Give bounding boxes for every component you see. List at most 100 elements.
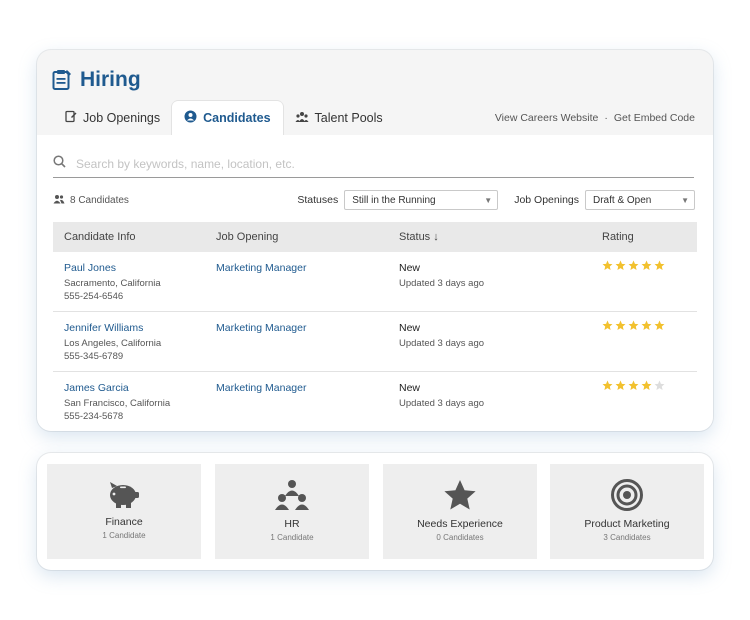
- star-empty-icon[interactable]: [654, 380, 665, 391]
- get-embed-code-link[interactable]: Get Embed Code: [614, 112, 695, 124]
- star-filled-icon[interactable]: [602, 260, 613, 271]
- pool-tile-product-marketing[interactable]: Product Marketing 3 Candidates: [550, 464, 704, 559]
- tab-talent-pools[interactable]: Talent Pools: [283, 101, 395, 135]
- people-group-icon: [295, 111, 309, 126]
- candidate-phone: 555-345-6789: [64, 351, 124, 362]
- search-bar: [53, 151, 694, 178]
- candidates-panel: 8 Candidates Statuses Still in the Runni…: [37, 135, 713, 431]
- pool-name: Needs Experience: [417, 518, 503, 530]
- star-filled-icon[interactable]: [615, 320, 626, 331]
- candidate-info-cell: James Garcia San Francisco, California 5…: [53, 382, 216, 423]
- candidate-count: 8 Candidates: [53, 194, 129, 207]
- candidate-name-link[interactable]: Jennifer Williams: [64, 322, 216, 334]
- star-filled-icon[interactable]: [602, 320, 613, 331]
- tab-label: Talent Pools: [314, 111, 383, 125]
- candidate-phone: 555-254-6546: [64, 291, 124, 302]
- table-row[interactable]: Jennifer Williams Los Angeles, Californi…: [53, 312, 697, 372]
- statuses-filter: Statuses Still in the Running ▼: [297, 190, 499, 210]
- star-filled-icon[interactable]: [615, 260, 626, 271]
- tab-candidates[interactable]: Candidates: [172, 101, 283, 135]
- job-opening-cell: Marketing Manager: [216, 322, 399, 334]
- job-openings-select[interactable]: Draft & Open ▼: [585, 190, 695, 210]
- caret-down-icon: ▼: [681, 195, 689, 205]
- rating-cell: [602, 320, 697, 331]
- pool-tile-hr[interactable]: HR 1 Candidate: [215, 464, 369, 559]
- search-input[interactable]: [74, 156, 678, 172]
- piggy-bank-icon: [47, 479, 201, 509]
- main-tabs: Job Openings Candidates Talent Pools: [53, 101, 395, 135]
- job-opening-link[interactable]: Marketing Manager: [216, 322, 399, 334]
- header-links: View Careers Website · Get Embed Code: [495, 112, 695, 124]
- candidate-phone: 555-234-5678: [64, 411, 124, 422]
- col-rating[interactable]: Rating: [602, 231, 697, 243]
- star-filled-icon[interactable]: [628, 380, 639, 391]
- tab-label: Job Openings: [83, 111, 161, 125]
- people-group-icon: [215, 479, 369, 511]
- job-opening-cell: Marketing Manager: [216, 382, 399, 394]
- candidate-location: Sacramento, California: [64, 278, 161, 289]
- tab-label: Candidates: [203, 111, 271, 125]
- pool-tile-finance[interactable]: Finance 1 Candidate: [47, 464, 201, 559]
- star-filled-icon[interactable]: [641, 320, 652, 331]
- candidate-name-link[interactable]: Paul Jones: [64, 262, 216, 274]
- candidate-info-cell: Jennifer Williams Los Angeles, Californi…: [53, 322, 216, 363]
- edit-document-icon: [65, 110, 77, 126]
- status-cell: New Updated 3 days ago: [399, 382, 602, 410]
- star-filled-icon[interactable]: [654, 320, 665, 331]
- table-header: Candidate Info Job Opening Status ↓ Rati…: [53, 222, 697, 252]
- tab-job-openings[interactable]: Job Openings: [53, 101, 172, 135]
- statuses-label: Statuses: [297, 194, 339, 206]
- filter-bar: 8 Candidates Statuses Still in the Runni…: [53, 189, 695, 211]
- rating-cell: [602, 260, 697, 271]
- star-filled-icon[interactable]: [615, 380, 626, 391]
- talent-pools-card: Finance 1 Candidate HR 1 Candidate Needs…: [37, 453, 713, 570]
- statuses-value: Still in the Running: [352, 194, 436, 206]
- status-updated: Updated 3 days ago: [399, 338, 485, 349]
- rating-cell: [602, 380, 697, 391]
- table-row[interactable]: James Garcia San Francisco, California 5…: [53, 372, 697, 431]
- search-icon: [53, 155, 66, 173]
- job-opening-link[interactable]: Marketing Manager: [216, 382, 399, 394]
- statuses-select[interactable]: Still in the Running ▼: [344, 190, 499, 210]
- pool-count: 3 Candidates: [603, 533, 651, 542]
- status-text: New: [399, 382, 421, 394]
- status-text: New: [399, 262, 421, 274]
- pool-count: 0 Candidates: [436, 533, 484, 542]
- star-filled-icon[interactable]: [602, 380, 613, 391]
- page-title: Hiring: [80, 68, 141, 91]
- candidate-location: Los Angeles, California: [64, 338, 162, 349]
- job-opening-cell: Marketing Manager: [216, 262, 399, 274]
- star-filled-icon[interactable]: [654, 260, 665, 271]
- people-icon: [53, 194, 65, 207]
- hiring-clipboard-icon: [52, 69, 72, 91]
- status-text: New: [399, 322, 421, 334]
- pool-count: 1 Candidate: [270, 533, 314, 542]
- star-icon: [383, 479, 537, 511]
- pool-tile-needs-experience[interactable]: Needs Experience 0 Candidates: [383, 464, 537, 559]
- hiring-card: Hiring Job Openings Candidates Talent Po…: [37, 50, 713, 431]
- col-status[interactable]: Status ↓: [399, 231, 602, 243]
- caret-down-icon: ▼: [484, 195, 493, 205]
- target-icon: [550, 479, 704, 511]
- star-filled-icon[interactable]: [641, 380, 652, 391]
- user-circle-icon: [184, 110, 197, 126]
- status-cell: New Updated 3 days ago: [399, 262, 602, 290]
- star-filled-icon[interactable]: [628, 320, 639, 331]
- candidate-name-link[interactable]: James Garcia: [64, 382, 216, 394]
- status-updated: Updated 3 days ago: [399, 398, 485, 409]
- star-filled-icon[interactable]: [641, 260, 652, 271]
- job-opening-link[interactable]: Marketing Manager: [216, 262, 399, 274]
- job-openings-filter: Job Openings Draft & Open ▼: [514, 190, 695, 210]
- candidate-location: San Francisco, California: [64, 398, 171, 409]
- status-cell: New Updated 3 days ago: [399, 322, 602, 350]
- table-row[interactable]: Paul Jones Sacramento, California 555-25…: [53, 252, 697, 312]
- star-filled-icon[interactable]: [628, 260, 639, 271]
- star-rating[interactable]: [602, 320, 697, 331]
- pool-name: HR: [284, 518, 300, 530]
- star-rating[interactable]: [602, 380, 697, 391]
- job-openings-value: Draft & Open: [593, 194, 652, 206]
- col-job-opening[interactable]: Job Opening: [216, 231, 399, 243]
- star-rating[interactable]: [602, 260, 697, 271]
- view-careers-website-link[interactable]: View Careers Website: [495, 112, 599, 124]
- col-candidate-info[interactable]: Candidate Info: [53, 231, 216, 243]
